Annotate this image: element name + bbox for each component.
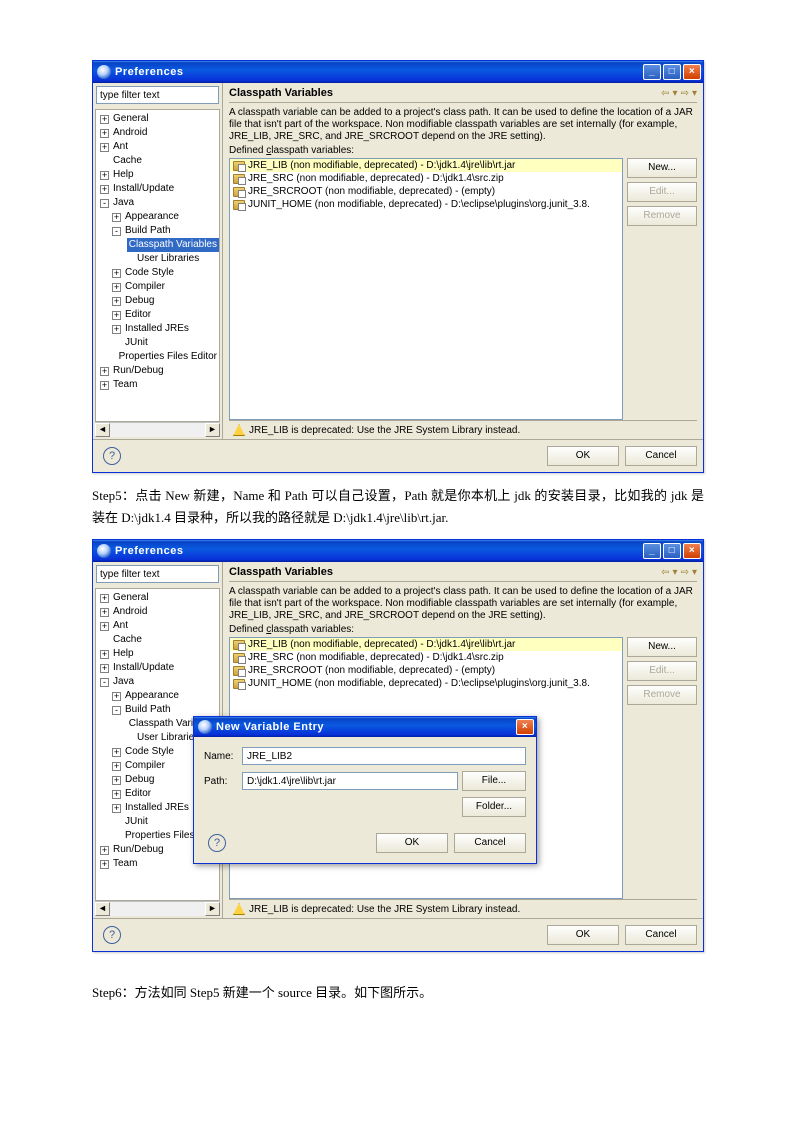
tree-scrollbar[interactable]: ◄► <box>95 901 220 916</box>
expand-icon[interactable]: + <box>112 213 121 222</box>
variable-item[interactable]: JRE_SRC (non modifiable, deprecated) - D… <box>230 651 622 664</box>
expand-icon[interactable]: + <box>100 185 109 194</box>
close-button[interactable]: × <box>683 64 701 80</box>
page-title: Classpath Variables <box>229 87 333 99</box>
jar-icon <box>233 200 245 210</box>
app-icon <box>97 544 111 558</box>
expand-icon[interactable]: + <box>100 143 109 152</box>
sidebar: +General +Android +Ant Cache +Help +Inst… <box>93 83 223 439</box>
filter-input[interactable] <box>96 565 219 583</box>
variable-item[interactable]: JUNIT_HOME (non modifiable, deprecated) … <box>230 198 622 211</box>
variable-item[interactable]: JRE_LIB (non modifiable, deprecated) - D… <box>230 159 622 172</box>
expand-icon[interactable]: + <box>100 129 109 138</box>
dialog-footer: ? OK Cancel <box>93 918 703 951</box>
forward-icon[interactable]: ⇨ <box>681 88 689 99</box>
file-button[interactable]: File... <box>462 771 526 791</box>
warning-bar: JRE_LIB is deprecated: Use the JRE Syste… <box>229 899 697 918</box>
new-button[interactable]: New... <box>627 158 697 178</box>
expand-icon[interactable]: + <box>112 269 121 278</box>
app-icon <box>198 720 212 734</box>
window-title: Preferences <box>115 545 184 557</box>
jar-icon <box>233 174 245 184</box>
expand-icon[interactable]: + <box>112 283 121 292</box>
path-label: Path: <box>204 776 238 787</box>
step6-caption: Step6：方法如同 Step5 新建一个 source 目录。如下图所示。 <box>92 982 704 1004</box>
cancel-button[interactable]: Cancel <box>454 833 526 853</box>
jar-icon <box>233 640 245 650</box>
expand-icon[interactable]: + <box>100 171 109 180</box>
jar-icon <box>233 161 245 171</box>
maximize-button[interactable]: □ <box>663 64 681 80</box>
maximize-button[interactable]: □ <box>663 543 681 559</box>
remove-button: Remove <box>627 685 697 705</box>
variable-item[interactable]: JUNIT_HOME (non modifiable, deprecated) … <box>230 677 622 690</box>
ok-button[interactable]: OK <box>547 925 619 945</box>
variable-item[interactable]: JRE_LIB (non modifiable, deprecated) - D… <box>230 638 622 651</box>
path-input[interactable] <box>242 772 458 790</box>
dialog-titlebar[interactable]: New Variable Entry × <box>194 717 536 737</box>
jar-icon <box>233 679 245 689</box>
jar-icon <box>233 653 245 663</box>
app-icon <box>97 65 111 79</box>
dialog-title: New Variable Entry <box>216 721 324 733</box>
expand-icon[interactable]: + <box>112 311 121 320</box>
minimize-button[interactable]: _ <box>643 543 661 559</box>
jar-icon <box>233 187 245 197</box>
ok-button[interactable]: OK <box>547 446 619 466</box>
edit-button: Edit... <box>627 182 697 202</box>
close-button[interactable]: × <box>516 719 534 735</box>
name-label: Name: <box>204 751 238 762</box>
name-input[interactable] <box>242 747 526 765</box>
help-icon[interactable]: ? <box>208 834 226 852</box>
expand-icon[interactable]: + <box>112 325 121 334</box>
folder-button[interactable]: Folder... <box>462 797 526 817</box>
new-variable-dialog: New Variable Entry × Name: Path: File...… <box>193 716 537 864</box>
window-title: Preferences <box>115 66 184 78</box>
warning-icon <box>233 903 245 915</box>
titlebar[interactable]: Preferences _ □ × <box>93 540 703 562</box>
content-pane: Classpath Variables ⇦ ▾ ⇨ ▾ A classpath … <box>223 83 703 439</box>
preferences-tree[interactable]: +General +Android +Ant Cache +Help +Inst… <box>95 109 220 422</box>
back-icon[interactable]: ⇦ <box>661 567 669 578</box>
tree-item-classpath-variables: Classpath Variables <box>96 238 219 252</box>
help-icon[interactable]: ? <box>103 926 121 944</box>
preferences-window-2: Preferences _ □ × +General +Android +Ant… <box>92 539 704 952</box>
expand-icon[interactable]: + <box>112 297 121 306</box>
step5-caption: Step5：点击 New 新建，Name 和 Path 可以自己设置，Path … <box>92 485 704 529</box>
remove-button: Remove <box>627 206 697 226</box>
cancel-button[interactable]: Cancel <box>625 446 697 466</box>
filter-input[interactable] <box>96 86 219 104</box>
preferences-window-1: Preferences _ □ × +General +Android +Ant… <box>92 60 704 473</box>
collapse-icon[interactable]: - <box>100 199 109 208</box>
forward-icon[interactable]: ⇨ <box>681 567 689 578</box>
help-icon[interactable]: ? <box>103 447 121 465</box>
ok-button[interactable]: OK <box>376 833 448 853</box>
edit-button: Edit... <box>627 661 697 681</box>
warning-bar: JRE_LIB is deprecated: Use the JRE Syste… <box>229 420 697 439</box>
variable-list[interactable]: JRE_LIB (non modifiable, deprecated) - D… <box>229 158 623 420</box>
collapse-icon[interactable]: - <box>112 227 121 236</box>
variable-item[interactable]: JRE_SRC (non modifiable, deprecated) - D… <box>230 172 622 185</box>
defined-label: Defined classpath variables: <box>229 145 697 156</box>
close-button[interactable]: × <box>683 543 701 559</box>
tree-scrollbar[interactable]: ◄► <box>95 422 220 437</box>
jar-icon <box>233 666 245 676</box>
variable-item[interactable]: JRE_SRCROOT (non modifiable, deprecated)… <box>230 664 622 677</box>
minimize-button[interactable]: _ <box>643 64 661 80</box>
dialog-footer: ? OK Cancel <box>93 439 703 472</box>
expand-icon[interactable]: + <box>100 367 109 376</box>
cancel-button[interactable]: Cancel <box>625 925 697 945</box>
page-title: Classpath Variables <box>229 566 333 578</box>
expand-icon[interactable]: + <box>100 381 109 390</box>
new-button[interactable]: New... <box>627 637 697 657</box>
back-icon[interactable]: ⇦ <box>661 88 669 99</box>
description-text: A classpath variable can be added to a p… <box>229 107 697 143</box>
titlebar[interactable]: Preferences _ □ × <box>93 61 703 83</box>
warning-icon <box>233 424 245 436</box>
expand-icon[interactable]: + <box>100 115 109 124</box>
variable-item[interactable]: JRE_SRCROOT (non modifiable, deprecated)… <box>230 185 622 198</box>
